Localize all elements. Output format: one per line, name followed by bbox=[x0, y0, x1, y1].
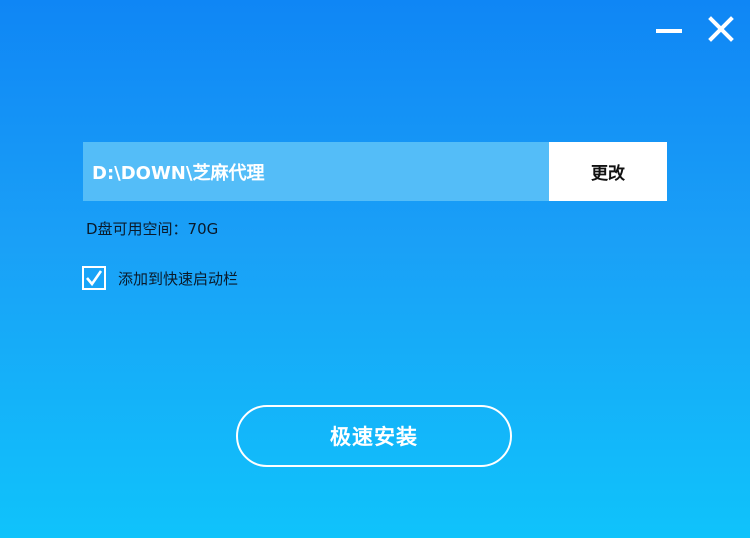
close-icon bbox=[708, 16, 734, 42]
quick-launch-option[interactable]: 添加到快速启动栏 bbox=[82, 266, 238, 290]
quick-launch-checkbox[interactable] bbox=[82, 266, 106, 290]
installer-window: 更改 D盘可用空间：70G 添加到快速启动栏 极速安装 bbox=[0, 0, 750, 538]
change-path-button[interactable]: 更改 bbox=[549, 142, 667, 201]
quick-install-button[interactable]: 极速安装 bbox=[236, 405, 512, 467]
close-button[interactable] bbox=[705, 12, 737, 44]
checkmark-icon bbox=[86, 270, 103, 287]
quick-launch-label: 添加到快速启动栏 bbox=[118, 269, 239, 288]
minimize-button[interactable] bbox=[652, 12, 684, 44]
minimize-icon bbox=[656, 29, 682, 33]
install-path-input[interactable] bbox=[83, 142, 549, 201]
disk-space-text: D盘可用空间：70G bbox=[86, 220, 219, 238]
install-path-row: 更改 bbox=[83, 142, 667, 201]
